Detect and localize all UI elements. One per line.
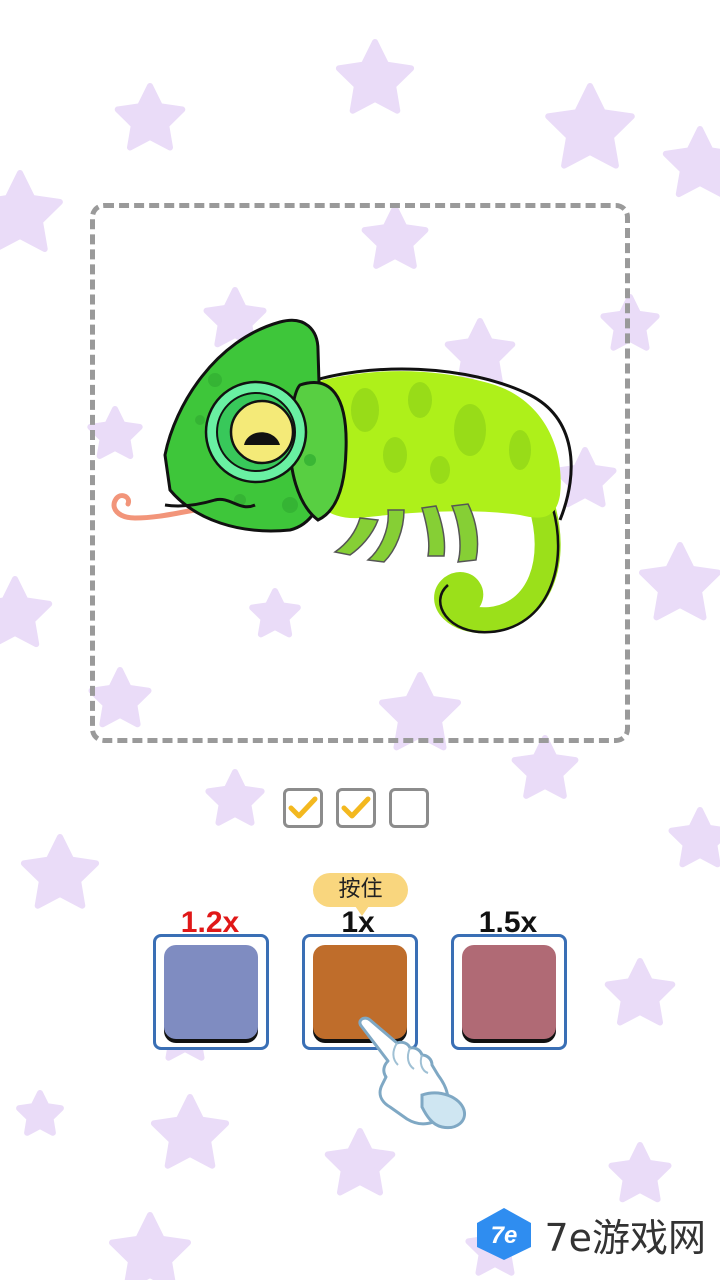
background-star [205,769,265,826]
chameleon-leg [366,509,405,563]
progress-checkboxes [283,788,429,828]
background-star [608,1142,672,1203]
background-star [335,39,415,114]
watermark-text: 7e游戏网 [544,1215,706,1260]
site-watermark: 7e 7e游戏网 [474,1206,706,1262]
chameleon-eye [229,399,295,465]
background-star [114,83,186,151]
background-star [109,1212,191,1280]
background-star [511,735,579,799]
progress-step-1 [283,788,323,828]
chameleon-leg [450,503,479,563]
chameleon-leg [333,517,380,556]
background-star [0,170,63,252]
pointing-hand-icon [358,1016,467,1130]
background-star [639,542,720,621]
progress-step-2 [336,788,376,828]
watermark-logo-icon: 7e [477,1208,532,1260]
background-star [16,1090,64,1136]
chameleon-leg [421,505,446,557]
color-swatch-button-1[interactable] [153,934,269,1050]
background-star [0,576,53,648]
progress-step-3 [389,788,429,828]
check-icon [341,796,371,819]
color-swatch-3 [462,945,556,1039]
chameleon-drawing [111,318,573,634]
hold-hint-bubble: 按住 [313,873,408,916]
background-star [324,1128,396,1196]
check-icon [288,796,318,819]
background-star [668,807,720,868]
background-star [662,126,720,198]
background-star [604,958,676,1026]
color-swatch-1 [164,945,258,1039]
watermark-logo-text: 7e [491,1222,518,1249]
background-star [545,83,635,169]
background-star [20,834,100,909]
background-star [150,1094,230,1169]
